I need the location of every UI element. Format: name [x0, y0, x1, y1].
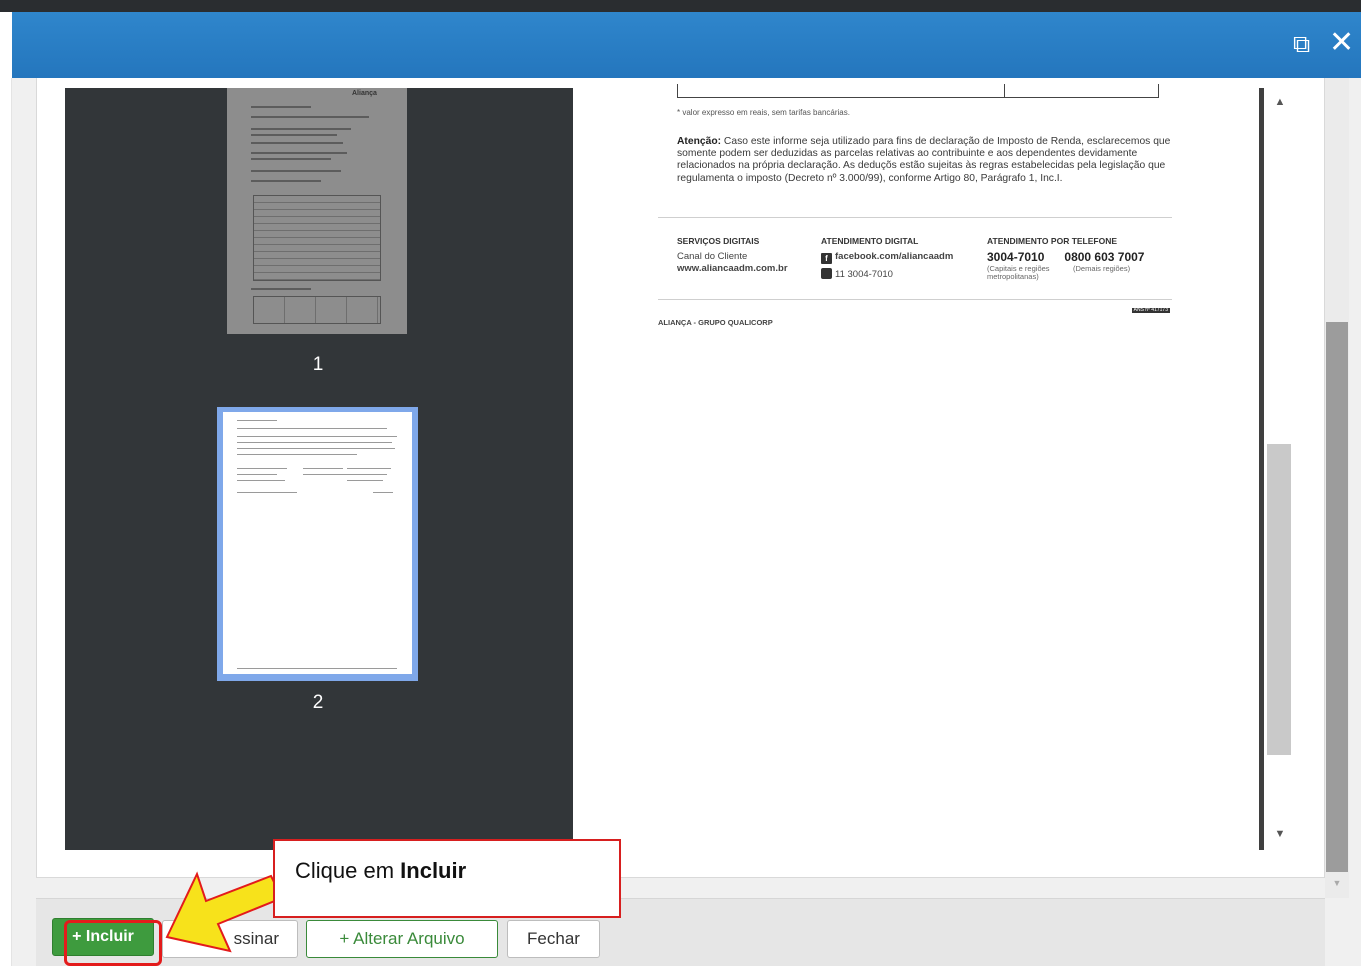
phone-number-capitals: 3004-7010 [987, 250, 1045, 264]
page-thumbnail-2-selected[interactable] [217, 407, 418, 681]
services-link: www.aliancaadm.com.br [677, 263, 788, 274]
background-page-edge [0, 78, 12, 966]
whatsapp-text: 11 3004-7010 [835, 269, 893, 280]
digital-column: ATENDIMENTO DIGITAL f facebook.com/alianc… [821, 235, 953, 281]
thumb-line [237, 474, 277, 475]
thumb-line [251, 128, 351, 130]
thumb-line [237, 468, 287, 469]
thumb-line [251, 134, 337, 136]
facebook-line: f facebook.com/aliancaadm [821, 251, 953, 264]
thumb-line [373, 492, 393, 493]
divider-line [658, 299, 1172, 300]
dialog-scroll-thumb[interactable] [1326, 322, 1348, 872]
footer-brand: ALIANÇA - GRUPO QUALICORP [658, 318, 773, 327]
thumb-line [237, 436, 397, 437]
whatsapp-line: 11 3004-7010 [821, 268, 953, 281]
callout-bold: Incluir [400, 858, 467, 883]
thumb-line [303, 474, 347, 475]
thumb-line [237, 492, 297, 493]
thumb-line [237, 428, 387, 429]
scroll-up-icon[interactable]: ▲ [1270, 96, 1290, 108]
thumbnail-brand: Aliança [352, 90, 377, 97]
thumb-line [237, 420, 277, 421]
facebook-text: facebook.com/aliancaadm [835, 251, 954, 262]
phone-heading: ATENDIMENTO POR TELEFONE [987, 236, 1118, 246]
page-thumbnail-2[interactable] [223, 412, 412, 674]
thumb-line [251, 170, 341, 172]
thumb-line [303, 468, 343, 469]
phone-number-other: 0800 603 7007 [1064, 250, 1145, 264]
phone-caption-capitals: (Capitais e regiões metropolitanas) [987, 264, 1050, 281]
close-icon[interactable]: ✕ [1329, 28, 1354, 58]
thumb-line [237, 668, 397, 669]
currency-note: * valor expresso em reais, sem tarifas b… [677, 108, 850, 117]
thumb-line [251, 106, 311, 108]
phone-caption-other: (Demais regiões) [1073, 264, 1131, 273]
phone-numbers: 3004-7010 0800 603 7007 [987, 251, 1144, 265]
ans-badge: ANS nº 417173 [1126, 306, 1170, 313]
services-column: SERVIÇOS DIGITAIS Canal do Cliente www.a… [677, 235, 788, 275]
phone-captions: (Capitais e regiões metropolitanas) (Dem… [987, 265, 1144, 283]
thumb-line [251, 180, 321, 182]
thumb-line [347, 474, 387, 475]
thumb-line [251, 142, 343, 144]
services-heading: SERVIÇOS DIGITAIS [677, 236, 760, 246]
thumb-line [251, 288, 311, 290]
thumb-table [253, 296, 381, 324]
page-number-1: 1 [312, 354, 324, 375]
viewer-divider [1259, 88, 1264, 850]
digital-heading: ATENDIMENTO DIGITAL [821, 236, 919, 246]
external-link-icon[interactable]: ⧉ [1293, 32, 1310, 58]
callout-text: Clique em Incluir [295, 858, 466, 884]
page-thumbnail-1[interactable]: Aliança [227, 88, 407, 334]
phone-column: ATENDIMENTO POR TELEFONE 3004-7010 0800 6… [987, 235, 1144, 283]
thumb-line [237, 442, 392, 443]
value-table-bottom [677, 84, 1159, 98]
callout-prefix: Clique em [295, 858, 401, 883]
arrow-shape [165, 871, 284, 953]
document-scroll-thumb[interactable] [1267, 444, 1291, 755]
instruction-callout: Clique em Incluir [273, 839, 621, 918]
screen: { "window": { "expand_icon": "external-l… [0, 0, 1361, 966]
dialog-scrollbar[interactable]: ▼ [1325, 78, 1349, 898]
attention-label: Atenção: [677, 136, 722, 147]
top-border [0, 0, 1361, 12]
dialog-scroll-down-icon[interactable]: ▼ [1327, 878, 1347, 888]
thumb-line [347, 468, 391, 469]
ans-number: ANS nº 417173 [1131, 307, 1170, 313]
attention-text: Caso este informe seja utilizado para fi… [677, 136, 1171, 184]
document-scrollbar[interactable]: ▲ ▼ [1266, 88, 1293, 850]
table-divider [1004, 84, 1005, 97]
thumb-line [347, 480, 383, 481]
alterar-arquivo-button[interactable]: + Alterar Arquivo [306, 920, 498, 958]
thumb-table [253, 195, 381, 281]
divider-line [658, 217, 1172, 218]
thumb-line [251, 158, 331, 160]
thumb-line [251, 152, 347, 154]
dialog-title-bar: ⧉ ✕ [12, 12, 1361, 78]
fechar-button[interactable]: Fechar [507, 920, 600, 958]
thumb-line [237, 448, 395, 449]
facebook-icon: f [821, 253, 832, 264]
scroll-down-icon[interactable]: ▼ [1270, 828, 1290, 840]
services-line1: Canal do Cliente [677, 251, 748, 262]
thumb-line [237, 480, 285, 481]
document-page: * valor expresso em reais, sem tarifas b… [658, 84, 1178, 848]
attention-paragraph: Atenção: Caso este informe seja utilizad… [677, 136, 1177, 185]
page-number-2: 2 [312, 692, 324, 713]
whatsapp-icon [821, 268, 832, 279]
thumb-line [251, 116, 369, 118]
thumb-line [237, 454, 357, 455]
